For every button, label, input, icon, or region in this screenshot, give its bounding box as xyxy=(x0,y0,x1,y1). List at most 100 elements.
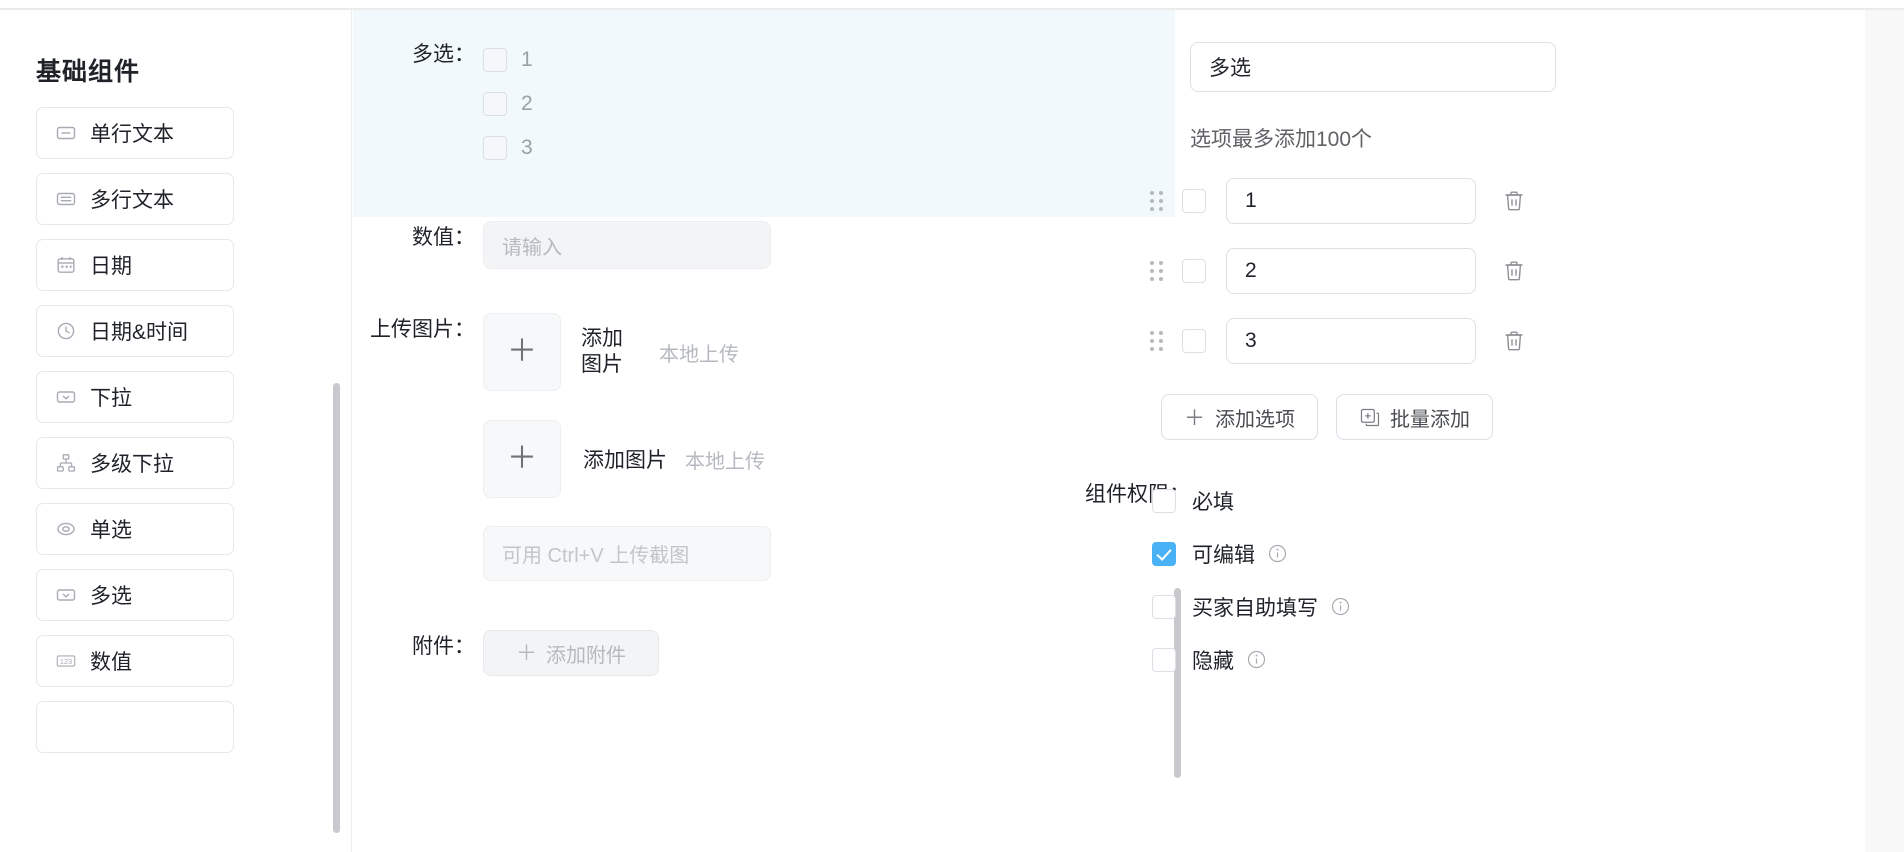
hidden-checkbox[interactable] xyxy=(1152,647,1176,672)
option-row-list: 1 2 3 xyxy=(1150,178,1527,388)
palette-item-cascader[interactable]: 多级下拉 xyxy=(36,437,234,489)
permission-label: 必填 xyxy=(1192,490,1234,514)
required-checkbox[interactable] xyxy=(1152,488,1176,513)
option-default-checkbox[interactable] xyxy=(1182,259,1206,283)
add-image-label: 添加图片 xyxy=(581,326,623,376)
canvas-field-label: 数值： xyxy=(412,226,475,249)
info-icon[interactable] xyxy=(1246,649,1267,670)
setting-row-options-header: *选项： 选项最多添加100个 xyxy=(1186,125,1372,155)
paste-screenshot-hint[interactable]: 可用 Ctrl+V 上传截图 xyxy=(483,526,771,581)
svg-text:123: 123 xyxy=(60,657,72,666)
checkbox-icon[interactable] xyxy=(483,92,507,116)
plus-icon: ＋ xyxy=(516,641,537,665)
add-image-tile[interactable]: ＋ xyxy=(483,313,561,391)
canvas-field-label: 附件： xyxy=(412,635,475,658)
plus-icon: ＋ xyxy=(507,442,537,475)
component-palette-panel: 基础组件 单行文本 多行文本 日期 日期&时间 下拉 多级下拉 单选 多选 12… xyxy=(0,10,352,852)
delete-option-icon[interactable] xyxy=(1501,188,1527,214)
multi-select-option[interactable]: 3 xyxy=(483,126,913,170)
right-gutter xyxy=(1865,10,1904,852)
local-upload-label[interactable]: 本地上传 xyxy=(685,445,765,474)
palette-item-checkbox[interactable]: 多选 xyxy=(36,569,234,621)
option-text-input[interactable]: 1 xyxy=(1226,178,1476,224)
editable-checkbox[interactable] xyxy=(1152,541,1176,566)
palette-item-date[interactable]: 日期 xyxy=(36,239,234,291)
option-row[interactable]: 1 xyxy=(1150,178,1527,224)
local-upload-label[interactable]: 本地上传 xyxy=(659,338,739,367)
checkbox-icon xyxy=(55,584,77,606)
form-canvas: 多选： 1 2 3 数值： 请输入 上传图片： ＋ 添加图片 本地上传 ＋ 添加… xyxy=(353,10,1186,852)
add-option-label: 添加选项 xyxy=(1215,408,1295,431)
option-row[interactable]: 3 xyxy=(1150,318,1527,364)
add-attachment-label: 添加附件 xyxy=(546,644,626,667)
palette-item-partial[interactable] xyxy=(36,701,234,753)
permission-label: 可编辑 xyxy=(1192,543,1255,567)
drag-handle-icon[interactable] xyxy=(1150,330,1166,352)
option-text-input[interactable]: 3 xyxy=(1226,318,1476,364)
cascader-icon xyxy=(55,452,77,474)
permission-row-buyer-fill[interactable]: 买家自助填写 xyxy=(1152,580,1351,633)
canvas-field-number[interactable]: 数值： 请输入 xyxy=(353,221,953,269)
canvas-field-multi-select[interactable]: 多选： 1 2 3 xyxy=(353,38,913,170)
upload-image-dropzone-inline[interactable]: ＋ 添加图片 本地上传 xyxy=(483,420,973,498)
clock-icon xyxy=(55,320,77,342)
option-row[interactable]: 2 xyxy=(1150,248,1527,294)
canvas-field-upload-image[interactable]: 上传图片： ＋ 添加图片 本地上传 ＋ 添加图片 本地上传 可用 Ctrl+V … xyxy=(353,313,973,581)
multi-select-option[interactable]: 2 xyxy=(483,82,913,126)
palette-item-label: 日期&时间 xyxy=(90,321,189,344)
palette-item-dropdown[interactable]: 下拉 xyxy=(36,371,234,423)
drag-handle-icon[interactable] xyxy=(1150,190,1166,212)
palette-item-label: 多选 xyxy=(90,585,132,608)
palette-item-date-time[interactable]: 日期&时间 xyxy=(36,305,234,357)
palette-title: 基础组件 xyxy=(36,58,141,86)
number-input[interactable]: 请输入 xyxy=(483,221,771,269)
checkbox-icon[interactable] xyxy=(483,48,507,72)
canvas-field-attachment[interactable]: 附件： ＋ 添加附件 xyxy=(353,630,913,676)
permission-row-hidden[interactable]: 隐藏 xyxy=(1152,633,1351,686)
permission-label: 隐藏 xyxy=(1192,649,1234,673)
permission-row-editable[interactable]: 可编辑 xyxy=(1152,527,1351,580)
palette-item-label: 下拉 xyxy=(90,387,132,410)
option-default-checkbox[interactable] xyxy=(1182,329,1206,353)
palette-item-radio[interactable]: 单选 xyxy=(36,503,234,555)
upload-image-dropzone-stacked[interactable]: ＋ 添加图片 本地上传 xyxy=(483,313,973,391)
buyer-fill-checkbox[interactable] xyxy=(1152,594,1176,619)
option-label: 2 xyxy=(521,92,533,115)
add-attachment-button[interactable]: ＋ 添加附件 xyxy=(483,630,659,676)
setting-row-title: *标题： 多选 xyxy=(1186,42,1556,92)
checkbox-icon[interactable] xyxy=(483,136,507,160)
palette-item-single-line-text[interactable]: 单行文本 xyxy=(36,107,234,159)
canvas-field-label: 上传图片： xyxy=(370,318,475,341)
multi-line-text-icon xyxy=(55,188,77,210)
permissions-list: 必填 可编辑 买家自助填写 隐藏 xyxy=(1152,474,1351,686)
batch-add-button[interactable]: 批量添加 xyxy=(1336,394,1493,440)
add-option-button[interactable]: ＋ 添加选项 xyxy=(1161,394,1318,440)
delete-option-icon[interactable] xyxy=(1501,328,1527,354)
palette-item-label: 日期 xyxy=(90,255,132,278)
title-input[interactable]: 多选 xyxy=(1190,42,1556,92)
palette-item-label: 单选 xyxy=(90,519,132,542)
palette-item-list: 单行文本 多行文本 日期 日期&时间 下拉 多级下拉 单选 多选 123 数值 xyxy=(36,107,234,767)
permission-row-required[interactable]: 必填 xyxy=(1152,474,1351,527)
palette-item-label: 多行文本 xyxy=(90,189,174,212)
add-image-label: 添加图片 xyxy=(583,449,667,472)
delete-option-icon[interactable] xyxy=(1501,258,1527,284)
option-action-buttons: ＋ 添加选项 批量添加 xyxy=(1161,394,1493,440)
option-default-checkbox[interactable] xyxy=(1182,189,1206,213)
drag-handle-icon[interactable] xyxy=(1150,260,1166,282)
permission-label: 买家自助填写 xyxy=(1192,596,1318,620)
palette-item-multi-line-text[interactable]: 多行文本 xyxy=(36,173,234,225)
palette-item-label: 多级下拉 xyxy=(90,453,174,476)
radio-icon xyxy=(55,518,77,540)
dropdown-icon xyxy=(55,386,77,408)
palette-scrollbar[interactable] xyxy=(333,383,340,833)
multi-select-option[interactable]: 1 xyxy=(483,38,913,82)
canvas-field-label: 多选： xyxy=(412,43,475,66)
partial-icon xyxy=(55,716,77,738)
info-icon[interactable] xyxy=(1330,596,1351,617)
add-image-tile[interactable]: ＋ xyxy=(483,420,561,498)
info-icon[interactable] xyxy=(1267,543,1288,564)
option-text-input[interactable]: 2 xyxy=(1226,248,1476,294)
palette-item-number[interactable]: 123 数值 xyxy=(36,635,234,687)
single-line-text-icon xyxy=(55,122,77,144)
